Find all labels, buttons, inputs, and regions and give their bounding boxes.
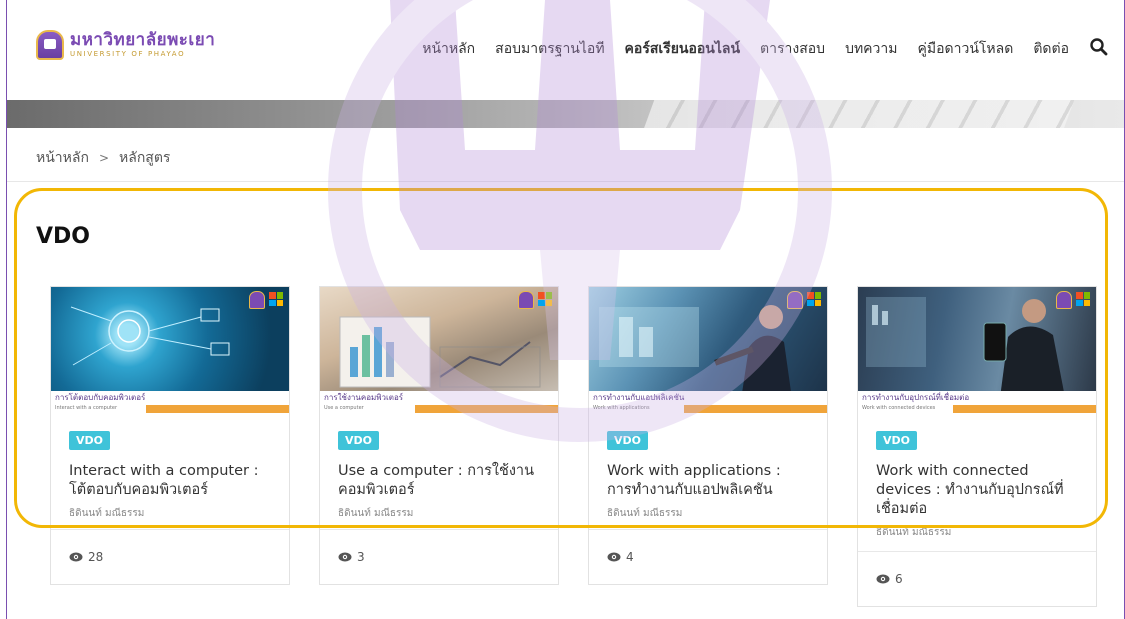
view-count: 4 [626, 550, 634, 564]
nav-online-courses[interactable]: คอร์สเรียนออนไลน์ [625, 38, 741, 60]
card-footer: 6 [858, 551, 1096, 606]
course-title[interactable]: Use a computer : การใช้งานคอมพิวเตอร์ [338, 462, 540, 500]
card-footer: 3 [320, 529, 558, 584]
thumbnail-caption-bar: การใช้งานคอมพิวเตอร์ Use a computer [320, 391, 558, 413]
view-count: 6 [895, 572, 903, 586]
up-logo-icon [518, 291, 534, 309]
course-author[interactable]: ธิดินนท์ มณีธรรม [607, 506, 809, 521]
microsoft-logo-icon [1076, 292, 1090, 306]
thumbnail-subtitle: Use a computer [324, 405, 364, 411]
up-logo-icon [1056, 291, 1072, 309]
breadcrumb-current: หลักสูตร [119, 150, 171, 166]
up-logo-icon [249, 291, 265, 309]
category-badge[interactable]: VDO [876, 431, 917, 450]
course-thumbnail[interactable]: การทำงานกับแอปพลิเคชัน Work with applica… [589, 287, 827, 413]
category-badge[interactable]: VDO [69, 431, 110, 450]
main-nav: หน้าหลัก สอบมาตรฐานไอที คอร์สเรียนออนไลน… [422, 38, 1069, 60]
view-count: 28 [88, 550, 104, 564]
microsoft-logo-icon [807, 292, 821, 306]
nav-contact[interactable]: ติดต่อ [1033, 38, 1069, 60]
nav-download-manual[interactable]: คู่มือดาวน์โหลด [918, 38, 1014, 60]
course-thumbnail[interactable]: การใช้งานคอมพิวเตอร์ Use a computer [320, 287, 558, 413]
course-author[interactable]: ธิดินนท์ มณีธรรม [876, 525, 1078, 540]
breadcrumb: หน้าหลัก > หลักสูตร [36, 147, 170, 169]
thumbnail-caption-bar: การโต้ตอบกับคอมพิวเตอร์ Interact with a … [51, 391, 289, 413]
eye-icon [338, 552, 352, 562]
course-title[interactable]: Work with connected devices : ทำงานกับอุ… [876, 462, 1078, 519]
site-header: มหาวิทยาลัยพะเยา UNIVERSITY OF PHAYAO หน… [0, 0, 1125, 100]
thumbnail-subtitle: Work with applications [593, 405, 650, 411]
thumbnail-title: การทำงานกับอุปกรณ์ที่เชื่อมต่อ [862, 393, 970, 402]
thumbnail-subtitle: Interact with a computer [55, 405, 118, 411]
category-badge[interactable]: VDO [607, 431, 648, 450]
thumbnail-title: การโต้ตอบกับคอมพิวเตอร์ [55, 393, 146, 402]
divider [7, 181, 1124, 182]
nav-articles[interactable]: บทความ [845, 38, 897, 60]
course-author[interactable]: ธิดินนท์ มณีธรรม [338, 506, 540, 521]
category-badge[interactable]: VDO [338, 431, 379, 450]
logo-thai-name: มหาวิทยาลัยพะเยา [70, 30, 216, 50]
thumbnail-caption-bar: การทำงานกับแอปพลิเคชัน Work with applica… [589, 391, 827, 413]
view-count: 3 [357, 550, 365, 564]
logo-emblem-icon [36, 30, 64, 60]
microsoft-logo-icon [269, 292, 283, 306]
breadcrumb-home[interactable]: หน้าหลัก [36, 147, 89, 169]
eye-icon [607, 552, 621, 562]
thumbnail-title: การใช้งานคอมพิวเตอร์ [324, 393, 404, 402]
course-thumbnail[interactable]: การโต้ตอบกับคอมพิวเตอร์ Interact with a … [51, 287, 289, 413]
nav-home[interactable]: หน้าหลัก [422, 38, 475, 60]
hero-banner [7, 100, 1124, 128]
microsoft-logo-icon [538, 292, 552, 306]
section-title: VDO [36, 224, 90, 249]
window-border-left [6, 0, 7, 619]
card-footer: 28 [51, 529, 289, 584]
nav-exam-schedule[interactable]: ตารางสอบ [760, 38, 825, 60]
course-author[interactable]: ธิดินนท์ มณีธรรม [69, 506, 271, 521]
logo-english-name: UNIVERSITY OF PHAYAO [70, 50, 186, 58]
course-title[interactable]: Work with applications : การทำงานกับแอปพ… [607, 462, 809, 500]
course-title[interactable]: Interact with a computer : โต้ตอบกับคอมพ… [69, 462, 271, 500]
nav-it-standard-exam[interactable]: สอบมาตรฐานไอที [495, 38, 604, 60]
breadcrumb-separator: > [98, 151, 110, 165]
course-thumbnail[interactable]: การทำงานกับอุปกรณ์ที่เชื่อมต่อ Work with… [858, 287, 1096, 413]
course-card[interactable]: การใช้งานคอมพิวเตอร์ Use a computer VDO … [319, 286, 559, 585]
thumbnail-title: การทำงานกับแอปพลิเคชัน [593, 393, 685, 402]
thumbnail-caption-bar: การทำงานกับอุปกรณ์ที่เชื่อมต่อ Work with… [858, 391, 1096, 413]
course-card[interactable]: การทำงานกับอุปกรณ์ที่เชื่อมต่อ Work with… [857, 286, 1097, 607]
card-footer: 4 [589, 529, 827, 584]
university-logo[interactable]: มหาวิทยาลัยพะเยา UNIVERSITY OF PHAYAO [36, 30, 215, 60]
eye-icon [876, 574, 890, 584]
eye-icon [69, 552, 83, 562]
search-icon[interactable] [1089, 37, 1109, 57]
up-logo-icon [787, 291, 803, 309]
course-card[interactable]: การโต้ตอบกับคอมพิวเตอร์ Interact with a … [50, 286, 290, 585]
course-card[interactable]: การทำงานกับแอปพลิเคชัน Work with applica… [588, 286, 828, 585]
thumbnail-subtitle: Work with connected devices [862, 405, 936, 411]
